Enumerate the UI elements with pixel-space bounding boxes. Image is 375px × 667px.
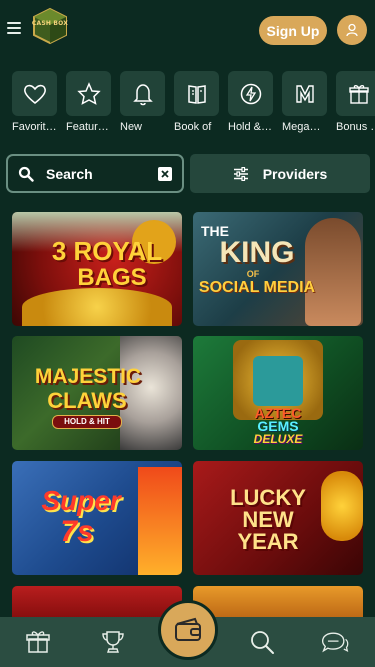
category-label: Featur… [66,121,109,133]
category-label: Mega… [282,121,321,133]
mega-icon [282,71,327,116]
game-title-line2: 7s [60,515,94,548]
category-label: Book of [174,121,212,133]
search-input[interactable] [46,165,146,182]
category-bonus[interactable]: Bonus … [332,71,375,133]
game-tile-king-of-social-media[interactable]: THE KING OF SOCIAL MEDIA [193,212,363,326]
category-megaways[interactable]: Mega… [278,71,332,133]
game-title-line1: 3 ROYAL [51,236,163,266]
wallet-button[interactable] [158,600,218,660]
user-icon[interactable] [337,15,367,45]
game-title-line2: NEW [242,507,294,532]
game-title-line2: CLAWS [47,388,127,413]
game-title-line1: LUCKY [230,485,306,510]
game-tile-aztec-gems-deluxe[interactable]: AZTEC GEMS DELUXE [193,336,363,450]
game-title-small: OF [246,269,260,279]
game-title-line3: DELUXE [253,432,303,446]
search-box [6,154,184,193]
book-icon [174,71,219,116]
game-tile-3-royal-bags[interactable]: 3 ROYAL BAGS [12,212,182,326]
game-title-line1: MAJESTIC [34,365,142,388]
game-title-line3: HOLD & HIT [52,415,122,429]
lightning-icon [228,71,273,116]
logo-text: CASH BOX [31,20,69,27]
category-label: New [120,121,143,133]
logo[interactable]: CASH BOX [30,6,70,46]
game-title-line3: YEAR [237,529,299,554]
gift-icon [336,71,375,116]
star-icon [66,71,111,116]
bell-icon [120,71,165,116]
sliders-icon [233,166,248,181]
game-tile-lucky-new-year[interactable]: LUCKY NEW YEAR [193,461,363,575]
category-featured[interactable]: Featur… [62,71,116,133]
game-tile-majestic-claws[interactable]: MAJESTIC CLAWS HOLD & HIT [12,336,182,450]
category-label: Hold &… [228,121,273,133]
category-label: Favorit… [12,121,57,133]
category-hold-and-win[interactable]: Hold &… [224,71,278,133]
game-title-line2: KING [219,236,295,269]
game-tile-super-7s[interactable]: Super 7s [12,461,182,575]
heart-icon [12,71,57,116]
wallet-icon [175,617,201,641]
trophy-icon[interactable] [98,628,128,656]
gift-icon[interactable] [23,628,53,656]
category-book-of[interactable]: Book of [170,71,224,133]
game-title-line1: Super [41,485,121,516]
category-favorites[interactable]: Favorit… [8,71,62,133]
game-title-line3: SOCIAL MEDIA [198,279,316,296]
providers-label: Providers [262,165,328,182]
game-title-line2: GEMS [257,418,299,434]
close-icon[interactable] [158,167,172,181]
header: CASH BOX Sign Up [0,0,375,62]
menu-icon[interactable] [7,22,21,36]
search-icon [18,166,34,182]
search-icon[interactable] [247,628,277,656]
category-new[interactable]: New [116,71,170,133]
providers-button[interactable]: Providers [190,154,370,193]
category-bar: Favorit… Featur… New Book of Hold &… Meg… [0,71,375,141]
category-label: Bonus … [336,121,375,133]
sign-up-button[interactable]: Sign Up [259,16,327,45]
chat-icon[interactable] [320,628,350,656]
game-title-line2: BAGS [77,264,147,291]
